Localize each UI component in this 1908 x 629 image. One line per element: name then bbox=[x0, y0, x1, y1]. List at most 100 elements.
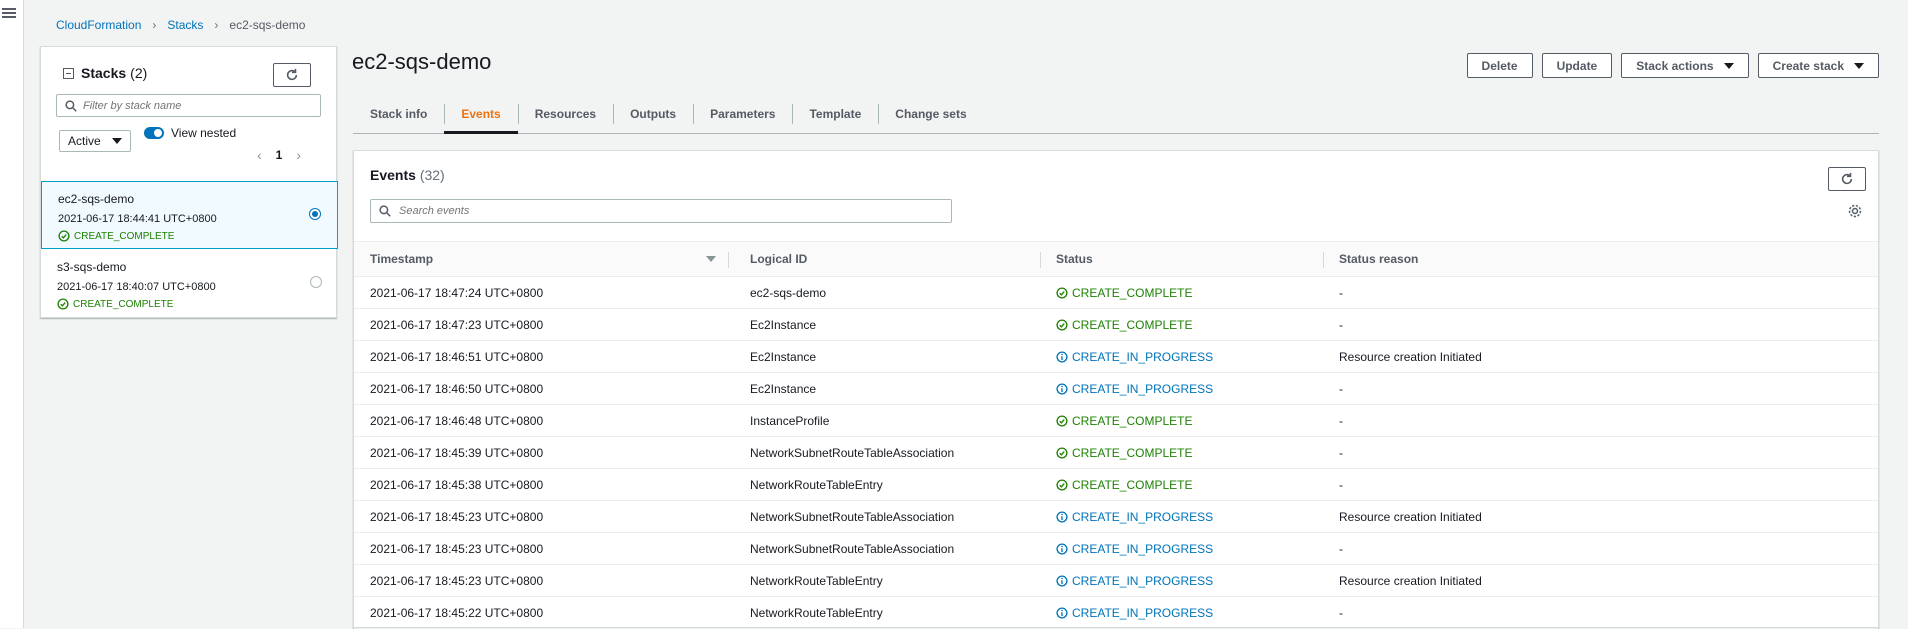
event-status: CREATE_COMPLETE bbox=[1056, 277, 1192, 308]
collapse-icon[interactable] bbox=[63, 67, 74, 79]
event-status-label: CREATE_COMPLETE bbox=[1072, 317, 1193, 332]
column-header-timestamp[interactable]: Timestamp bbox=[354, 242, 728, 276]
event-status-reason: - bbox=[1339, 541, 1343, 556]
event-status: CREATE_IN_PROGRESS bbox=[1056, 565, 1213, 596]
table-row: 2021-06-17 18:47:24 UTC+0800 ec2-sqs-demo… bbox=[354, 277, 1878, 309]
tab-events[interactable]: Events bbox=[444, 95, 519, 134]
breadcrumb: CloudFormation › Stacks › ec2-sqs-demo bbox=[56, 18, 305, 32]
table-row: 2021-06-17 18:45:23 UTC+0800 NetworkRoute… bbox=[354, 565, 1878, 597]
column-header-status[interactable]: Status bbox=[1040, 242, 1320, 276]
event-timestamp: 2021-06-17 18:46:51 UTC+0800 bbox=[370, 349, 544, 364]
refresh-events-button[interactable] bbox=[1828, 167, 1866, 191]
event-logical-id: NetworkSubnetRouteTableAssociation bbox=[750, 445, 955, 460]
refresh-stacks-button[interactable] bbox=[273, 63, 311, 87]
events-search-input[interactable] bbox=[399, 205, 939, 217]
check-circle-icon bbox=[1056, 478, 1068, 491]
event-logical-id: ec2-sqs-demo bbox=[750, 285, 827, 300]
event-status-label: CREATE_IN_PROGRESS bbox=[1072, 573, 1214, 588]
event-status-reason: - bbox=[1339, 413, 1343, 428]
event-status: CREATE_IN_PROGRESS bbox=[1056, 533, 1213, 564]
event-status-reason: Resource creation Initiated bbox=[1339, 509, 1482, 524]
stack-filter-input[interactable] bbox=[83, 99, 303, 112]
event-status-label: CREATE_IN_PROGRESS bbox=[1072, 541, 1214, 556]
menu-icon[interactable] bbox=[2, 6, 16, 20]
event-logical-id: NetworkRouteTableEntry bbox=[750, 573, 883, 588]
column-label: Timestamp bbox=[370, 252, 434, 266]
stack-status: CREATE_COMPLETE bbox=[58, 230, 337, 242]
check-circle-icon bbox=[57, 298, 69, 310]
tab-template[interactable]: Template bbox=[792, 95, 878, 133]
check-circle-icon bbox=[1056, 446, 1068, 459]
event-logical-id: NetworkSubnetRouteTableAssociation bbox=[750, 509, 955, 524]
caret-down-icon bbox=[1723, 62, 1734, 69]
event-status-label: CREATE_IN_PROGRESS bbox=[1072, 509, 1214, 524]
events-title: Events (32) bbox=[370, 167, 445, 183]
stack-select-radio[interactable] bbox=[309, 208, 321, 220]
sort-desc-icon[interactable] bbox=[706, 256, 716, 262]
delete-button[interactable]: Delete bbox=[1466, 53, 1533, 78]
page-number[interactable]: 1 bbox=[276, 148, 283, 162]
event-timestamp: 2021-06-17 18:46:48 UTC+0800 bbox=[370, 413, 544, 428]
tab-outputs[interactable]: Outputs bbox=[613, 95, 693, 133]
check-circle-icon bbox=[58, 230, 70, 242]
refresh-icon bbox=[1841, 172, 1853, 185]
table-row: 2021-06-17 18:45:22 UTC+0800 NetworkRoute… bbox=[354, 597, 1878, 629]
status-filter-select[interactable]: Active bbox=[59, 130, 131, 152]
stacks-count: (2) bbox=[130, 65, 148, 81]
stack-select-radio[interactable] bbox=[310, 276, 322, 288]
stack-tabs: Stack info Events Resources Outputs Para… bbox=[353, 95, 1879, 134]
check-circle-icon bbox=[1056, 414, 1068, 427]
tab-parameters[interactable]: Parameters bbox=[693, 95, 792, 133]
table-row: 2021-06-17 18:45:39 UTC+0800 NetworkSubne… bbox=[354, 437, 1878, 469]
gear-icon[interactable] bbox=[1847, 203, 1863, 219]
event-status-reason: Resource creation Initiated bbox=[1339, 573, 1482, 588]
chevron-left-icon[interactable]: ‹ bbox=[257, 147, 262, 163]
stack-status-label: CREATE_COMPLETE bbox=[74, 230, 175, 242]
chevron-right-icon: › bbox=[152, 18, 157, 32]
stack-actions-button[interactable]: Stack actions bbox=[1621, 53, 1749, 78]
event-status-reason: - bbox=[1339, 381, 1343, 396]
tab-change-sets[interactable]: Change sets bbox=[878, 95, 983, 133]
tab-resources[interactable]: Resources bbox=[517, 95, 613, 133]
tab-stack-info[interactable]: Stack info bbox=[353, 95, 444, 133]
event-status-label: CREATE_COMPLETE bbox=[1072, 413, 1193, 428]
event-status-reason: - bbox=[1339, 477, 1343, 492]
event-timestamp: 2021-06-17 18:45:23 UTC+0800 bbox=[370, 541, 544, 556]
stack-status: CREATE_COMPLETE bbox=[57, 298, 338, 310]
event-timestamp: 2021-06-17 18:46:50 UTC+0800 bbox=[370, 381, 544, 396]
stack-filter-field[interactable] bbox=[56, 94, 321, 117]
column-divider bbox=[728, 252, 729, 268]
event-timestamp: 2021-06-17 18:47:23 UTC+0800 bbox=[370, 317, 544, 332]
create-stack-label: Create stack bbox=[1772, 58, 1844, 73]
view-nested-toggle[interactable] bbox=[144, 127, 164, 139]
stack-item-s3-sqs-demo[interactable]: s3-sqs-demo 2021-06-17 18:40:07 UTC+0800… bbox=[41, 250, 338, 318]
breadcrumb-cloudformation[interactable]: CloudFormation bbox=[56, 18, 141, 32]
events-table-header: Timestamp Logical ID Status Status reaso… bbox=[354, 241, 1878, 277]
chevron-right-icon: › bbox=[214, 18, 219, 32]
column-header-logical-id[interactable]: Logical ID bbox=[734, 242, 1034, 276]
stacks-pagination: ‹ 1 › bbox=[257, 147, 301, 163]
event-logical-id: InstanceProfile bbox=[750, 413, 830, 428]
chevron-right-icon[interactable]: › bbox=[296, 147, 301, 163]
events-table-body: 2021-06-17 18:47:24 UTC+0800 ec2-sqs-demo… bbox=[354, 277, 1878, 629]
create-stack-button[interactable]: Create stack bbox=[1757, 53, 1879, 78]
event-logical-id: Ec2Instance bbox=[750, 317, 817, 332]
table-row: 2021-06-17 18:46:51 UTC+0800 Ec2Instance C… bbox=[354, 341, 1878, 373]
stack-actions-label: Stack actions bbox=[1636, 58, 1714, 73]
page-title: ec2-sqs-demo bbox=[352, 49, 492, 74]
events-search-field[interactable] bbox=[370, 199, 952, 223]
event-status: CREATE_COMPLETE bbox=[1056, 309, 1192, 340]
column-label: Status bbox=[1056, 252, 1093, 266]
status-filter-value: Active bbox=[68, 134, 101, 148]
stack-timestamp: 2021-06-17 18:40:07 UTC+0800 bbox=[57, 281, 216, 293]
info-circle-icon bbox=[1056, 382, 1068, 395]
event-timestamp: 2021-06-17 18:45:38 UTC+0800 bbox=[370, 477, 544, 492]
stack-item-ec2-sqs-demo[interactable]: ec2-sqs-demo 2021-06-17 18:44:41 UTC+080… bbox=[41, 181, 338, 249]
event-logical-id: Ec2Instance bbox=[750, 349, 817, 364]
event-status-label: CREATE_COMPLETE bbox=[1072, 445, 1193, 460]
event-status: CREATE_COMPLETE bbox=[1056, 437, 1192, 468]
update-button[interactable]: Update bbox=[1541, 53, 1613, 78]
check-circle-icon bbox=[1056, 286, 1068, 299]
column-header-status-reason[interactable]: Status reason bbox=[1323, 242, 1723, 276]
breadcrumb-stacks[interactable]: Stacks bbox=[167, 18, 203, 32]
